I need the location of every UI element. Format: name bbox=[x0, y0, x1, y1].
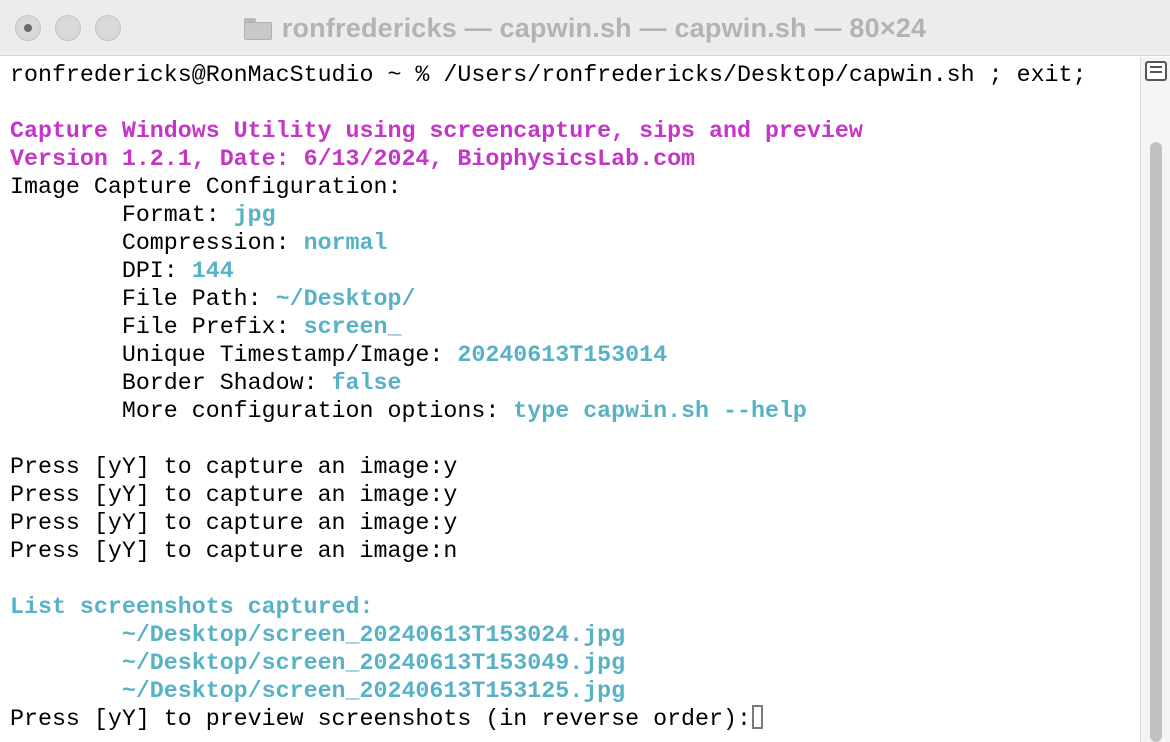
capture-prompt: Press [yY] to capture an image:y bbox=[10, 510, 458, 536]
list-heading: List screenshots captured: bbox=[10, 594, 374, 620]
config-value: type capwin.sh --help bbox=[513, 398, 807, 424]
config-value: jpg bbox=[233, 202, 276, 228]
config-label: File Path: bbox=[10, 286, 276, 312]
title-container: ronfredericks — capwin.sh — capwin.sh — … bbox=[0, 0, 1170, 56]
config-value: screen_ bbox=[303, 314, 402, 340]
minimize-button[interactable] bbox=[55, 15, 81, 41]
prompt-line: ronfredericks@RonMacStudio ~ % /Users/ro… bbox=[10, 62, 1087, 88]
header-line: Capture Windows Utility using screencapt… bbox=[10, 118, 863, 144]
screenshot-path: ~/Desktop/screen_20240613T153024.jpg bbox=[10, 622, 626, 648]
terminal-window: ronfredericks — capwin.sh — capwin.sh — … bbox=[0, 0, 1170, 742]
version-line: Version 1.2.1, Date: 6/13/2024, Biophysi… bbox=[10, 146, 696, 172]
config-label: Compression: bbox=[10, 230, 304, 256]
terminal-output: ronfredericks@RonMacStudio ~ % /Users/ro… bbox=[0, 57, 1140, 733]
vertical-scrollbar[interactable] bbox=[1140, 57, 1170, 742]
config-value: normal bbox=[303, 230, 388, 256]
config-heading: Image Capture Configuration: bbox=[10, 174, 402, 200]
config-format: Format: jpg bbox=[10, 201, 1140, 229]
capture-prompt: Press [yY] to capture an image:y bbox=[10, 482, 458, 508]
scrollbar-thumb[interactable] bbox=[1150, 142, 1162, 742]
config-file-prefix: File Prefix: screen_ bbox=[10, 313, 1140, 341]
capture-prompt: Press [yY] to capture an image:y bbox=[10, 454, 458, 480]
config-dpi: DPI: 144 bbox=[10, 257, 1140, 285]
title-bar[interactable]: ronfredericks — capwin.sh — capwin.sh — … bbox=[0, 0, 1170, 56]
config-label: Border Shadow: bbox=[10, 370, 332, 396]
config-label: More configuration options: bbox=[10, 398, 514, 424]
config-file-path: File Path: ~/Desktop/ bbox=[10, 285, 1140, 313]
preview-prompt: Press [yY] to preview screenshots (in re… bbox=[10, 706, 751, 732]
screenshot-path: ~/Desktop/screen_20240613T153049.jpg bbox=[10, 650, 626, 676]
config-label: DPI: bbox=[10, 258, 192, 284]
zoom-button[interactable] bbox=[95, 15, 121, 41]
config-label: File Prefix: bbox=[10, 314, 304, 340]
config-value: 20240613T153014 bbox=[457, 342, 668, 368]
config-label: Format: bbox=[10, 202, 234, 228]
config-label: Unique Timestamp/Image: bbox=[10, 342, 458, 368]
config-border-shadow: Border Shadow: false bbox=[10, 369, 1140, 397]
scroll-marks-icon[interactable] bbox=[1145, 61, 1167, 81]
config-timestamp: Unique Timestamp/Image: 20240613T153014 bbox=[10, 341, 1140, 369]
window-title: ronfredericks — capwin.sh — capwin.sh — … bbox=[281, 12, 927, 43]
folder-icon bbox=[243, 18, 272, 40]
config-value: false bbox=[331, 370, 402, 396]
screenshot-path: ~/Desktop/screen_20240613T153125.jpg bbox=[10, 678, 626, 704]
config-value: ~/Desktop/ bbox=[275, 286, 416, 312]
text-cursor[interactable] bbox=[751, 705, 763, 729]
config-more-options: More configuration options: type capwin.… bbox=[10, 397, 1140, 425]
config-value: 144 bbox=[191, 258, 234, 284]
close-button[interactable] bbox=[15, 15, 41, 41]
terminal-content[interactable]: ronfredericks@RonMacStudio ~ % /Users/ro… bbox=[0, 57, 1140, 742]
preview-prompt-line: Press [yY] to preview screenshots (in re… bbox=[10, 705, 1140, 733]
config-compression: Compression: normal bbox=[10, 229, 1140, 257]
capture-prompt: Press [yY] to capture an image:n bbox=[10, 538, 458, 564]
